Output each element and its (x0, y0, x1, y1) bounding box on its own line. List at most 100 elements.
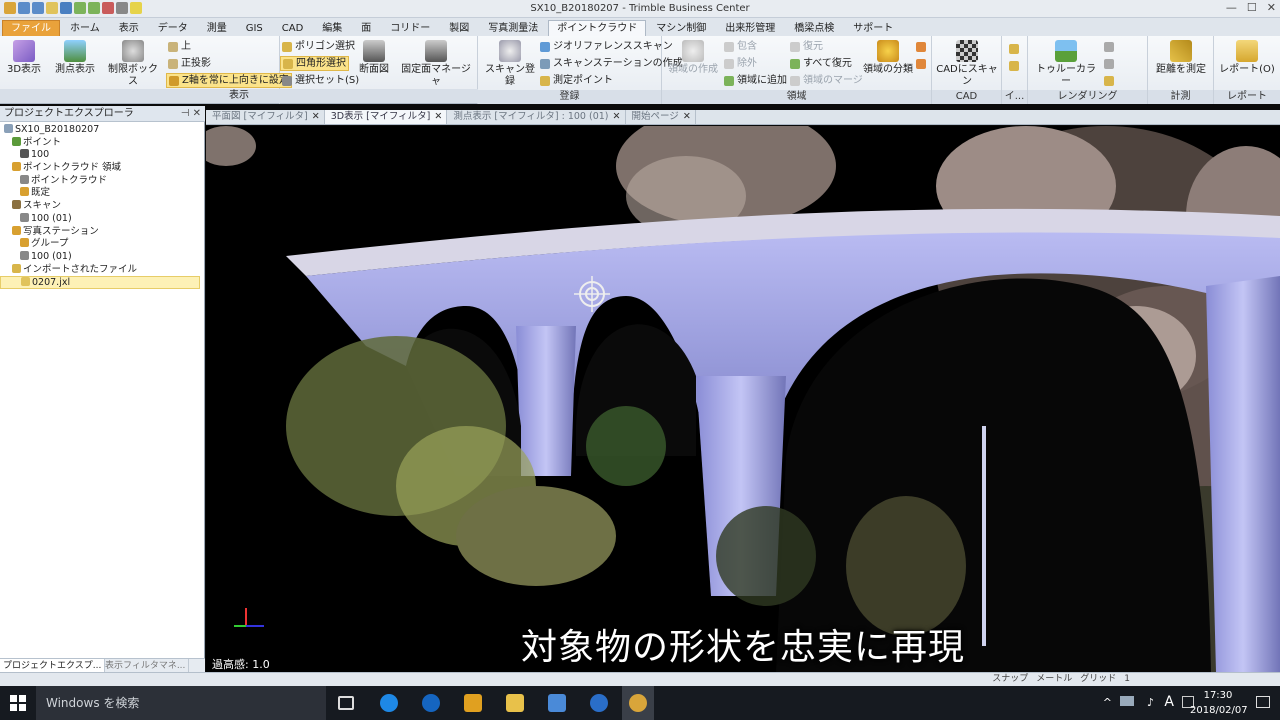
edge-icon[interactable] (422, 694, 440, 712)
tab-9[interactable]: コリドー (381, 20, 439, 36)
maximize-icon[interactable]: ☐ (1247, 1, 1257, 14)
selection-set-item[interactable]: 選択セット(S) (282, 73, 359, 88)
store-icon[interactable] (548, 694, 566, 712)
tree-item[interactable]: SX10_B20180207 (0, 124, 205, 137)
z-up-toggle[interactable]: Z軸を常に上向きに設定 (166, 73, 292, 88)
tab-6[interactable]: CAD (273, 20, 313, 36)
tree-item[interactable]: 写真ステーション (0, 225, 205, 239)
tree-item[interactable]: ポイントクラウド 領域 (0, 162, 205, 175)
3d-viewport[interactable] (206, 126, 1280, 672)
render-option[interactable] (1104, 39, 1114, 54)
panel-close-icon[interactable]: ✕ (193, 108, 201, 119)
tab-0[interactable]: ファイル (2, 20, 60, 36)
tree-item[interactable]: スキャン (0, 200, 205, 213)
tab-15[interactable]: 橋梁点検 (785, 20, 843, 36)
close-icon[interactable]: ✕ (683, 110, 691, 124)
create-region-button[interactable]: 領域の作成 (666, 38, 720, 76)
tree-item[interactable]: 100 (0, 149, 205, 162)
fixed-plane-manager-button[interactable]: 固定面マネージャ (398, 38, 474, 88)
tree-item[interactable]: 既定 (0, 187, 205, 200)
limit-box-button[interactable]: 制限ボックス (104, 38, 162, 88)
tree-item[interactable]: ポイントクラウド (0, 174, 205, 188)
close-icon[interactable]: ✕ (1267, 1, 1276, 14)
grid-toggle[interactable]: グリッド (1080, 673, 1116, 686)
tree-item[interactable]: グループ (0, 238, 205, 251)
view-tab[interactable]: 3D表示 [マイフィルタ] ✕ (324, 110, 448, 124)
tab-8[interactable]: 面 (352, 20, 380, 36)
ie-icon[interactable] (380, 694, 398, 712)
tab-project-explorer[interactable]: プロジェクトエクスプ... (0, 659, 106, 673)
tab-14[interactable]: 出来形管理 (716, 20, 784, 36)
app-n-icon[interactable] (590, 694, 608, 712)
3d-view-button[interactable]: 3D表示 (4, 38, 44, 76)
snap-toggle[interactable]: スナップ (992, 673, 1028, 686)
network-icon[interactable] (1120, 696, 1134, 706)
measure-distance-button[interactable]: 距離を測定 (1150, 38, 1212, 76)
close-icon[interactable]: ✕ (312, 110, 320, 124)
tree-item[interactable]: 100 (01) (0, 250, 205, 264)
add-to-region-item[interactable]: 領域に追加 (724, 73, 787, 88)
tbc-app-icon[interactable] (629, 694, 647, 712)
tab-12[interactable]: ポイントクラウド (548, 20, 647, 36)
tab-view-filter-manager[interactable]: 表示フィルタマネ... (102, 659, 190, 673)
windows-start-icon[interactable] (10, 695, 26, 711)
tree-item-label: 100 (01) (31, 250, 72, 262)
scan-to-cad-button[interactable]: CADにスキャン (934, 38, 1000, 88)
tab-7[interactable]: 編集 (313, 20, 351, 36)
tab-16[interactable]: サポート (844, 20, 902, 36)
view-tab[interactable]: 平面図 [マイフィルタ] ✕ (206, 110, 325, 124)
close-icon[interactable]: ✕ (434, 110, 442, 124)
top-view-item[interactable]: 上 (168, 39, 191, 54)
units-display[interactable]: メートル (1036, 673, 1072, 686)
misc-icon[interactable] (1009, 58, 1019, 73)
polygon-select-item[interactable]: ポリゴン選択 (282, 39, 355, 54)
restore-all-item[interactable]: すべて復元 (790, 56, 852, 71)
tab-11[interactable]: 写真測量法 (479, 20, 547, 36)
exclude-item[interactable]: 除外 (724, 56, 757, 71)
render-option[interactable] (1104, 56, 1114, 71)
view-tab[interactable]: 開始ページ ✕ (626, 110, 696, 124)
true-color-button[interactable]: トゥルーカラー (1032, 38, 1100, 88)
tree-item[interactable]: インポートされたファイル (0, 263, 205, 277)
tab-10[interactable]: 製図 (440, 20, 478, 36)
close-icon[interactable]: ✕ (613, 110, 621, 124)
region-extra-icon[interactable] (916, 56, 926, 71)
tab-2[interactable]: 表示 (110, 20, 148, 36)
minimize-icon[interactable]: — (1226, 1, 1237, 14)
rect-select-item[interactable]: 四角形選択 (280, 56, 349, 71)
tree-item[interactable]: ポイント (0, 136, 205, 150)
classify-region-button[interactable]: 領域の分類 (860, 38, 916, 76)
taskbar-search[interactable]: Windows を検索 (36, 686, 326, 720)
region-extra-icon[interactable] (916, 39, 926, 54)
tab-3[interactable]: データ (149, 20, 197, 36)
include-item[interactable]: 包含 (724, 39, 757, 54)
tab-4[interactable]: 測量 (198, 20, 236, 36)
tab-13[interactable]: マシン制御 (647, 20, 715, 36)
view-tab[interactable]: 測点表示 [マイフィルタ] : 100 (01) ✕ (447, 110, 626, 124)
clock-time[interactable]: 17:30 (1196, 690, 1240, 701)
orthographic-item[interactable]: 正投影 (168, 56, 211, 71)
station-view-button[interactable]: 測点表示 (50, 38, 100, 76)
tree-item[interactable]: 100 (01) (0, 212, 205, 226)
scan-register-button[interactable]: スキャン登録 (482, 38, 538, 88)
outlook-icon[interactable] (464, 694, 482, 712)
misc-icon[interactable] (1009, 41, 1019, 56)
tree-item[interactable]: 0207.jxl (0, 276, 200, 289)
ime-indicator[interactable]: A (1164, 694, 1174, 710)
report-button[interactable]: レポート(O) (1216, 38, 1278, 76)
tab-5[interactable]: GIS (237, 20, 272, 36)
chevron-up-icon[interactable]: ^ (1103, 696, 1112, 709)
notification-icon[interactable] (1256, 696, 1270, 708)
render-option[interactable] (1104, 73, 1114, 88)
clock-date[interactable]: 2018/02/07 (1190, 705, 1248, 716)
task-view-icon[interactable] (338, 696, 354, 710)
measure-point-item[interactable]: 測定ポイント (540, 73, 613, 88)
georeference-scan-item[interactable]: ジオリファレンススキャン (540, 39, 673, 54)
section-view-button[interactable]: 断面図 (356, 38, 392, 76)
volume-icon[interactable]: ♪ (1147, 696, 1154, 709)
explorer-icon[interactable] (506, 694, 524, 712)
restore-item[interactable]: 復元 (790, 39, 823, 54)
pin-icon[interactable]: ⊣ (181, 108, 190, 119)
merge-region-item[interactable]: 領域のマージ (790, 73, 863, 88)
tab-1[interactable]: ホーム (61, 20, 109, 36)
